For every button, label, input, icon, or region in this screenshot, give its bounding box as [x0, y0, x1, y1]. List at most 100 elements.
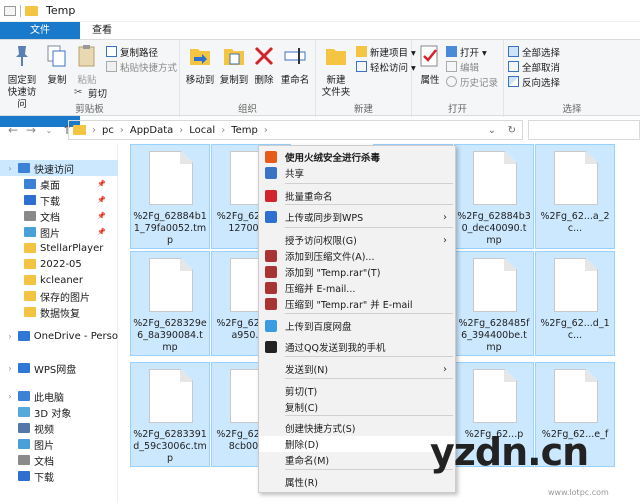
context-menu-item[interactable]: 批量重命名 [259, 188, 455, 204]
context-menu-label: 上传或同步到WPS [285, 213, 364, 224]
nav-item[interactable]: 文档 📌 [0, 208, 118, 224]
search-input[interactable] [528, 120, 640, 140]
file-icon [554, 258, 598, 312]
nav-item[interactable]: 下载 📌 [0, 192, 118, 208]
menu-divider [285, 415, 453, 416]
breadcrumb-local[interactable]: Local [189, 125, 215, 136]
new-folder-button[interactable]: 新建 文件夹 [318, 43, 354, 99]
move-to-button[interactable]: 移动到 [184, 43, 216, 87]
context-menu-item[interactable]: 发送到(N) › [259, 361, 455, 377]
properties-button[interactable]: 属性 [416, 43, 444, 87]
context-menu-item[interactable]: 上传或同步到WPS › [259, 209, 455, 225]
context-menu-item[interactable]: 上传到百度网盘 [259, 318, 455, 334]
breadcrumb-temp[interactable]: Temp [231, 125, 258, 136]
file-item[interactable]: %2Fg_62884b30_dec40090.tmp [454, 144, 534, 249]
nav-item-label: 下载 [34, 472, 54, 484]
paste-button[interactable]: 粘贴 [74, 43, 100, 87]
nav-item[interactable]: 视频 [0, 420, 118, 436]
file-item[interactable]: %2Fg_6283391d_59c3006c.tmp [130, 362, 210, 467]
open-button[interactable]: 打开 ▾ [446, 44, 487, 59]
refresh-icon[interactable]: ↻ [508, 125, 516, 136]
nav-item-label: StellarPlayer [40, 242, 104, 254]
invert-selection-button[interactable]: 反向选择 [508, 74, 560, 89]
chevron-right-icon[interactable]: › [6, 164, 14, 173]
context-menu-item[interactable]: 使用火绒安全进行杀毒 [259, 149, 455, 165]
context-menu-item[interactable]: 属性(R) [259, 474, 455, 490]
context-menu-label: 删除(D) [285, 440, 319, 451]
nav-item[interactable]: StellarPlayer [0, 240, 118, 256]
chevron-right-icon[interactable]: › [6, 332, 14, 341]
rename-batch-icon [265, 190, 277, 202]
context-menu-item[interactable]: 删除(D) [259, 436, 455, 452]
breadcrumb-pc[interactable]: pc [102, 125, 114, 136]
nav-item[interactable]: 数据恢复 [0, 304, 118, 320]
context-menu-item[interactable]: 压缩到 "Temp.rar" 并 E-mail [259, 296, 455, 312]
file-item[interactable]: %2Fg_628485f6_394400be.tmp [454, 251, 534, 356]
copy-to-button[interactable]: 复制到 [218, 43, 250, 87]
nav-item[interactable]: › 此电脑 [0, 388, 118, 404]
nav-item[interactable]: 图片 [0, 436, 118, 452]
history-button[interactable]: 历史记录 [446, 74, 498, 89]
file-name: %2Fg_62884b11_79fa0052.tmp [133, 211, 207, 246]
forward-arrow-icon[interactable]: → [24, 123, 38, 137]
select-all-button[interactable]: 全部选择 [508, 44, 560, 59]
nav-item[interactable]: kcleaner [0, 272, 118, 288]
nav-item[interactable]: › OneDrive - Perso [0, 328, 118, 344]
chevron-right-icon: › [443, 234, 447, 246]
archive-icon [265, 250, 277, 262]
file-item[interactable]: %2Fg_628329e6_8a390084.tmp [130, 251, 210, 356]
context-menu-item[interactable]: 剪切(T) [259, 383, 455, 399]
context-menu-label: 重命名(M) [285, 456, 330, 467]
recent-locations-icon[interactable]: ⌄ [42, 126, 56, 135]
easy-access-button[interactable]: 轻松访问 ▾ [356, 59, 416, 74]
context-menu-item[interactable]: 压缩并 E-mail... [259, 280, 455, 296]
open-group-label: 打开 [447, 104, 467, 115]
select-none-button[interactable]: 全部取消 [508, 59, 560, 74]
nav-item[interactable]: 图片 📌 [0, 224, 118, 240]
nav-item[interactable]: 桌面 📌 [0, 176, 118, 192]
nav-item[interactable]: 保存的图片 [0, 288, 118, 304]
paste-shortcut-button[interactable]: 粘贴快捷方式 [106, 59, 177, 74]
file-item[interactable]: %2Fg_62884b11_79fa0052.tmp [130, 144, 210, 249]
nav-item[interactable]: › WPS网盘 [0, 360, 118, 376]
quick-access-toolbar-icon[interactable] [4, 5, 16, 16]
chevron-down-icon[interactable]: ⌄ [488, 125, 496, 136]
context-menu-item[interactable]: 添加到压缩文件(A)... [259, 248, 455, 264]
nav-item[interactable]: 2022-05 [0, 256, 118, 272]
cut-button[interactable]: ✂ 剪切 [74, 85, 107, 100]
breadcrumb-appdata[interactable]: AppData [130, 125, 173, 136]
folder-icon [73, 125, 86, 135]
context-menu-item[interactable]: 复制(C) [259, 399, 455, 415]
nav-item[interactable]: 文档 [0, 452, 118, 468]
rename-button[interactable]: 重命名 [278, 43, 312, 87]
nav-item-label: 视频 [34, 424, 54, 436]
context-menu-item[interactable]: 重命名(M) [259, 452, 455, 468]
context-menu-item[interactable]: 通过QQ发送到我的手机 [259, 339, 455, 355]
folder-icon [24, 259, 36, 269]
context-menu-item[interactable]: 授予访问权限(G) › [259, 232, 455, 248]
nav-item-label: 文档 [40, 212, 60, 224]
context-menu-item[interactable]: 创建快捷方式(S) [259, 420, 455, 436]
folder-icon [24, 195, 36, 205]
back-arrow-icon[interactable]: ← [6, 123, 20, 137]
blank-icon [265, 401, 277, 413]
new-item-button[interactable]: 新建项目 ▾ [356, 44, 416, 59]
star-icon [18, 163, 30, 173]
file-item[interactable]: %2Fg_62...d_1c... [535, 251, 615, 356]
context-menu-label: 剪切(T) [285, 387, 318, 398]
context-menu-item[interactable]: 添加到 "Temp.rar"(T) [259, 264, 455, 280]
tab-view[interactable]: 查看 [82, 22, 122, 39]
chevron-right-icon[interactable]: › [6, 392, 14, 401]
address-bar[interactable]: › pc › AppData › Local › Temp › ⌄ ↻ [68, 120, 523, 140]
file-item[interactable]: %2Fg_62...a_2c... [535, 144, 615, 249]
delete-button[interactable]: 删除 [252, 43, 276, 87]
nav-item[interactable]: 下载 [0, 468, 118, 484]
copy-path-button[interactable]: 复制路径 [106, 44, 158, 59]
edit-button[interactable]: 编辑 [446, 59, 479, 74]
folder-icon [18, 407, 30, 417]
chevron-right-icon[interactable]: › [6, 364, 14, 373]
copy-button[interactable]: 复制 [44, 43, 70, 87]
nav-item[interactable]: › 快速访问 [0, 160, 118, 176]
nav-item[interactable]: 3D 对象 [0, 404, 118, 420]
context-menu-item[interactable]: 共享 [259, 165, 455, 181]
